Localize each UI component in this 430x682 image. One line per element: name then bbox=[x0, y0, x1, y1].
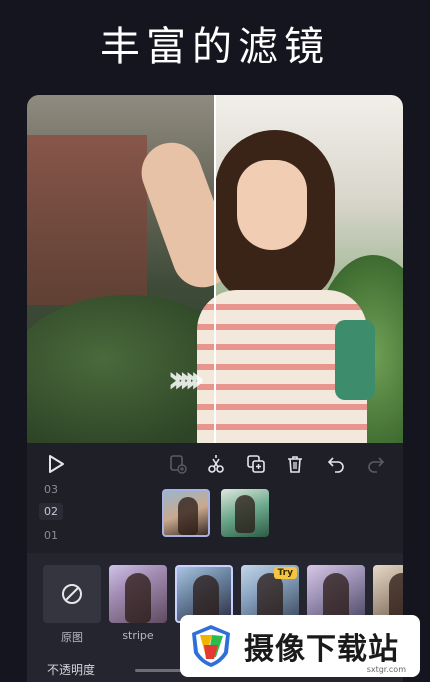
cut-button[interactable] bbox=[203, 451, 229, 477]
no-filter-icon bbox=[62, 584, 82, 604]
page-headline: 丰富的滤镜 bbox=[100, 24, 330, 70]
delete-button[interactable] bbox=[282, 451, 308, 477]
try-badge: Try bbox=[273, 567, 297, 579]
redo-icon bbox=[368, 457, 385, 473]
copy-icon bbox=[247, 455, 265, 473]
trash-icon bbox=[288, 456, 302, 473]
track-label[interactable]: 01 bbox=[39, 529, 63, 542]
undo-button[interactable] bbox=[323, 451, 349, 477]
redo-button[interactable] bbox=[363, 451, 389, 477]
add-clip-button[interactable] bbox=[165, 451, 191, 477]
timeline-clip-2[interactable] bbox=[221, 489, 269, 537]
filter-item-original[interactable]: 原图 bbox=[43, 565, 101, 645]
track-label-active[interactable]: 02 bbox=[39, 503, 63, 520]
filter-label: 原图 bbox=[61, 631, 83, 644]
filter-thumb bbox=[43, 565, 101, 623]
timeline-clip-1[interactable] bbox=[162, 489, 210, 537]
copy-button[interactable] bbox=[243, 451, 269, 477]
app-screen: ››››› 03 02 01 原图 stripe Try 不透明度 bbox=[27, 95, 403, 682]
filter-item-stripe[interactable]: stripe bbox=[109, 565, 167, 642]
opacity-label: 不透明度 bbox=[47, 663, 96, 677]
watermark-url: sxtgr.com bbox=[366, 665, 406, 674]
watermark: 摄像下载站 sxtgr.com bbox=[180, 615, 420, 677]
scissors-icon bbox=[208, 455, 224, 473]
watermark-text: 摄像下载站 bbox=[244, 632, 399, 667]
add-clip-icon bbox=[170, 455, 187, 474]
filter-label: stripe bbox=[122, 629, 154, 642]
track-label[interactable]: 03 bbox=[39, 483, 63, 496]
editor-toolbar bbox=[27, 445, 403, 485]
timeline: 03 02 01 bbox=[27, 483, 403, 553]
undo-icon bbox=[327, 457, 344, 473]
play-icon bbox=[49, 455, 64, 473]
filter-thumb bbox=[109, 565, 167, 623]
play-button[interactable] bbox=[43, 451, 69, 477]
subject-photo bbox=[133, 120, 375, 443]
watermark-logo-icon bbox=[188, 623, 234, 669]
compare-divider[interactable] bbox=[214, 95, 216, 443]
chevrons-icon: ››››› bbox=[167, 357, 205, 401]
video-preview[interactable]: ››››› bbox=[27, 95, 403, 443]
